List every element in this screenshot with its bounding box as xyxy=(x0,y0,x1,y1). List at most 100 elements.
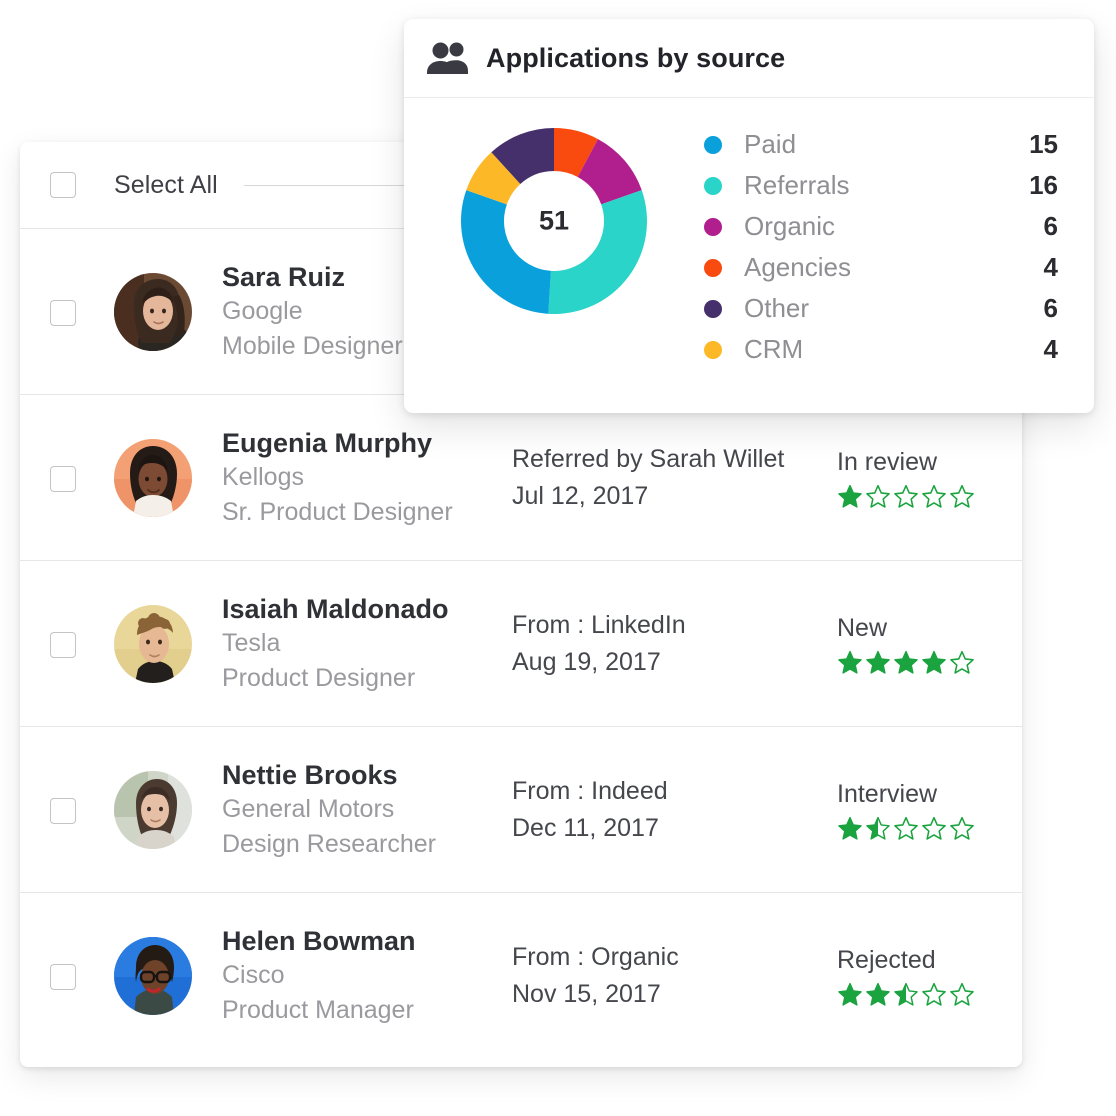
legend-label: CRM xyxy=(744,334,804,364)
star-icon-empty xyxy=(950,816,974,840)
candidate-company: Tesla xyxy=(222,629,281,658)
legend-color-dot xyxy=(704,340,722,359)
select-all-checkbox[interactable] xyxy=(50,172,76,198)
avatar xyxy=(114,770,192,849)
avatar-image xyxy=(114,936,192,1015)
donut-center-total: 51 xyxy=(538,205,570,236)
chart-title: Applications by source xyxy=(486,42,786,73)
legend-color-dot xyxy=(704,135,722,154)
status-badge: Interview xyxy=(837,780,938,808)
legend-label: Referrals xyxy=(744,170,850,200)
candidate-title: Product Manager xyxy=(222,995,414,1024)
donut-chart-container: 51 xyxy=(404,118,704,316)
legend-color-dot xyxy=(704,217,722,236)
rating-stars[interactable] xyxy=(837,484,992,509)
rating-stars[interactable] xyxy=(837,816,992,841)
star-icon-full xyxy=(922,650,946,674)
star-icon-full xyxy=(838,816,862,840)
candidate-source: From : LinkedIn Aug 19, 2017 xyxy=(512,607,837,680)
table-row[interactable]: Nettie Brooks General Motors Design Resear… xyxy=(20,726,1022,892)
star-icon-empty xyxy=(950,982,974,1006)
application-date: Nov 15, 2017 xyxy=(512,979,661,1008)
star-icon-half xyxy=(894,982,918,1006)
star-icon-full xyxy=(838,484,862,508)
star-icon-empty xyxy=(922,816,946,840)
table-row[interactable]: Eugenia Murphy Kellogs Sr. Product Designe… xyxy=(20,394,1022,560)
candidate-name: Eugenia Murphy xyxy=(222,427,433,458)
candidate-company: Kellogs xyxy=(222,463,304,492)
source-text: From : Indeed xyxy=(512,777,668,805)
avatar xyxy=(114,604,192,683)
row-checkbox[interactable] xyxy=(50,797,76,824)
application-date: Jul 12, 2017 xyxy=(512,481,649,510)
star-icon-empty xyxy=(894,816,918,840)
star-icon-empty xyxy=(950,484,974,508)
select-all-label: Select All xyxy=(114,170,218,199)
avatar-image xyxy=(114,438,192,517)
table-row[interactable]: Isaiah Maldonado Tesla Product Designer Fro… xyxy=(20,560,1022,726)
legend-value: 6 xyxy=(1043,293,1058,323)
candidate-status-block: Rejected xyxy=(837,944,992,1007)
legend-label: Agencies xyxy=(744,252,851,282)
legend-value: 6 xyxy=(1043,211,1058,241)
donut-slice-paid[interactable] xyxy=(460,190,551,314)
legend-item-crm[interactable]: CRM 4 xyxy=(704,329,1058,370)
candidate-name: Isaiah Maldonado xyxy=(222,593,449,624)
status-badge: New xyxy=(837,614,888,642)
star-icon-full xyxy=(838,650,862,674)
application-date: Dec 11, 2017 xyxy=(512,813,659,842)
candidate-status-block: Interview xyxy=(837,778,992,841)
status-badge: Rejected xyxy=(837,946,936,974)
candidate-name: Helen Bowman xyxy=(222,925,416,956)
avatar xyxy=(114,272,192,351)
legend-color-dot xyxy=(704,258,722,277)
legend-color-dot xyxy=(704,176,722,195)
chart-body: 51 Paid 15 Referrals 16 Organic 6 Agencies 4 Oth… xyxy=(404,98,1094,412)
candidate-name: Nettie Brooks xyxy=(222,759,398,790)
candidate-identity: Eugenia Murphy Kellogs Sr. Product Designe… xyxy=(222,426,512,530)
candidate-identity: Isaiah Maldonado Tesla Product Designer xyxy=(222,592,512,696)
star-icon-empty xyxy=(922,982,946,1006)
legend-value: 4 xyxy=(1043,334,1058,364)
chart-legend: Paid 15 Referrals 16 Organic 6 Agencies 4 Other 6… xyxy=(704,118,1094,370)
row-checkbox[interactable] xyxy=(50,631,76,658)
status-badge: In review xyxy=(837,448,938,476)
legend-item-other[interactable]: Other 6 xyxy=(704,288,1058,329)
row-checkbox[interactable] xyxy=(50,299,76,326)
legend-value: 4 xyxy=(1043,252,1058,282)
star-icon-full xyxy=(838,982,862,1006)
star-icon-half xyxy=(866,816,890,840)
legend-item-referrals[interactable]: Referrals 16 xyxy=(704,165,1058,206)
candidate-title: Sr. Product Designer xyxy=(222,497,453,526)
star-icon-empty xyxy=(894,484,918,508)
legend-label: Organic xyxy=(744,211,836,241)
legend-label: Paid xyxy=(744,129,797,159)
candidate-company: Cisco xyxy=(222,961,285,990)
applications-by-source-card: Applications by source 51 Paid 15 Referral… xyxy=(404,19,1094,413)
screen: Select All Sara Ruiz Google Mobile Designe… xyxy=(0,0,1116,1116)
avatar-image xyxy=(114,770,192,849)
candidate-source: From : Organic Nov 15, 2017 xyxy=(512,939,837,1012)
row-checkbox[interactable] xyxy=(50,465,76,492)
avatar-image xyxy=(114,272,192,351)
candidate-identity: Helen Bowman Cisco Product Manager xyxy=(222,924,512,1028)
star-icon-full xyxy=(866,650,890,674)
chart-card-header: Applications by source xyxy=(404,19,1094,98)
application-date: Aug 19, 2017 xyxy=(512,647,661,676)
avatar-image xyxy=(114,604,192,683)
legend-item-organic[interactable]: Organic 6 xyxy=(704,206,1058,247)
legend-item-paid[interactable]: Paid 15 xyxy=(704,124,1058,165)
legend-item-agencies[interactable]: Agencies 4 xyxy=(704,247,1058,288)
table-row[interactable]: Helen Bowman Cisco Product Manager From : O… xyxy=(20,892,1022,1058)
rating-stars[interactable] xyxy=(837,982,992,1007)
candidate-source: Referred by Sarah Willet Jul 12, 2017 xyxy=(512,441,837,514)
star-icon-empty xyxy=(950,650,974,674)
row-checkbox[interactable] xyxy=(50,963,76,990)
star-icon-empty xyxy=(866,484,890,508)
candidate-status-block: In review xyxy=(837,446,992,509)
rating-stars[interactable] xyxy=(837,650,992,675)
avatar xyxy=(114,438,192,517)
star-icon-full xyxy=(866,982,890,1006)
star-icon-empty xyxy=(922,484,946,508)
source-text: Referred by Sarah Willet xyxy=(512,445,785,473)
